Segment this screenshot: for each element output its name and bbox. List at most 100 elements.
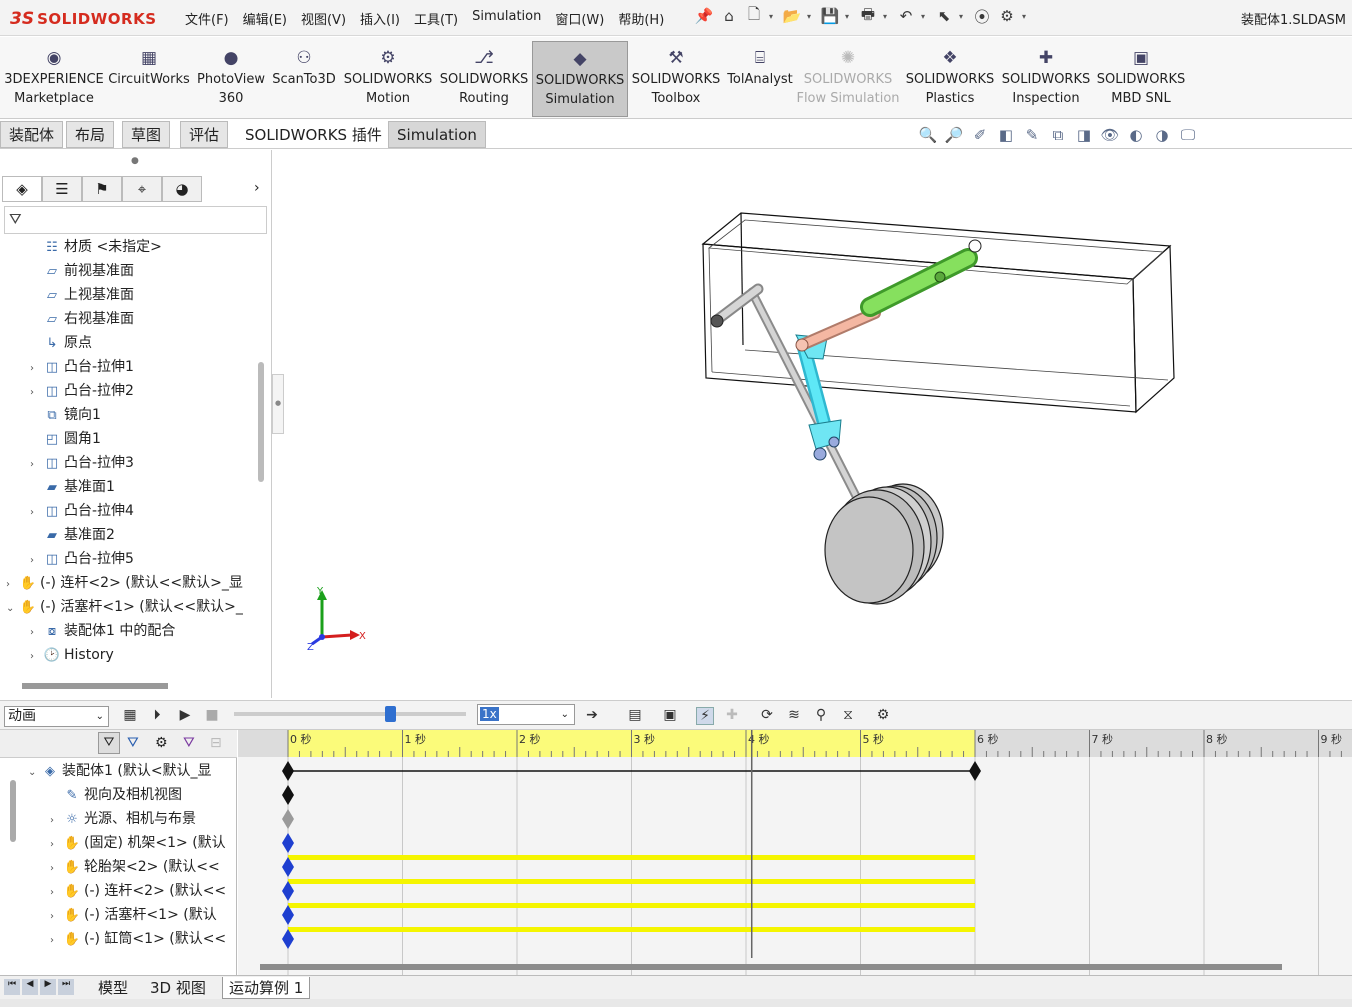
- playback-mode-icon[interactable]: ➔: [583, 707, 601, 723]
- stop-icon[interactable]: ■: [203, 707, 221, 723]
- hide-show-items-icon[interactable]: 👁: [1100, 126, 1120, 144]
- featuremanager-tab-icon[interactable]: ◈: [2, 176, 42, 202]
- tree-item[interactable]: › ◫ 凸台-拉伸5: [30, 547, 134, 571]
- tree-item[interactable]: ☷ 材质 <未指定>: [30, 235, 162, 259]
- menu-item[interactable]: 视图(V): [294, 9, 353, 28]
- tree-item[interactable]: ▰ 基准面2: [30, 523, 115, 547]
- tab-0[interactable]: 装配体: [0, 121, 64, 148]
- dropdown-caret-icon[interactable]: ▾: [807, 12, 815, 21]
- edit-appearance-icon[interactable]: ◐: [1126, 126, 1146, 144]
- tree-item[interactable]: ⧉ 镜向1: [30, 403, 101, 427]
- filter-results-icon[interactable]: ⛛: [183, 735, 195, 751]
- study-properties-gear-icon[interactable]: ⚙: [874, 707, 892, 723]
- dropdown-caret-icon[interactable]: ▾: [959, 12, 967, 21]
- expand-chevron-icon[interactable]: ›: [30, 501, 42, 525]
- undo-icon[interactable]: ↶: [896, 6, 916, 26]
- timeline-canvas[interactable]: 0 秒1 秒2 秒3 秒4 秒5 秒6 秒7 秒8 秒9 秒: [238, 730, 1352, 975]
- motion-tree-item[interactable]: › ✋ (-) 活塞杆<1> (默认: [50, 903, 217, 927]
- simulation-button[interactable]: ◆ SOLIDWORKS Simulation: [532, 41, 628, 117]
- tree-item[interactable]: ▱ 右视基准面: [30, 307, 134, 331]
- tree-item[interactable]: › ◫ 凸台-拉伸2: [30, 379, 134, 403]
- play-icon[interactable]: ▶: [176, 707, 194, 723]
- routing-button[interactable]: ⎇ SOLIDWORKS Routing: [436, 41, 532, 117]
- expand-chevron-icon[interactable]: ›: [30, 549, 42, 573]
- tree-item[interactable]: › ⧇ 装配体1 中的配合: [30, 619, 175, 643]
- expand-chevron-icon[interactable]: ›: [50, 809, 62, 833]
- tree-item[interactable]: › ✋ (-) 连杆<2> (默认<<默认>_显: [6, 571, 243, 595]
- panel-splitter[interactable]: ●: [272, 374, 284, 434]
- dropdown-caret-icon[interactable]: ▾: [1022, 12, 1030, 21]
- calculate-icon[interactable]: ▦: [121, 707, 139, 723]
- panel-more-chevron-icon[interactable]: ›: [254, 180, 260, 196]
- bottom-tab-0[interactable]: 模型: [92, 977, 134, 999]
- gravity-icon[interactable]: ⧖: [839, 707, 857, 723]
- filter-driving-icon[interactable]: ⛛: [127, 735, 139, 751]
- marketplace-button[interactable]: ◉ 3DEXPERIENCE Marketplace: [4, 41, 104, 117]
- print-icon[interactable]: 🖶: [858, 5, 878, 26]
- tree-item[interactable]: ⌄ ✋ (-) 活塞杆<1> (默认<<默认>_: [6, 595, 243, 619]
- zoom-to-fit-icon[interactable]: 🔍: [918, 126, 938, 144]
- motion-tree-item[interactable]: ✎ 视向及相机视图: [50, 783, 182, 807]
- plastics-button[interactable]: ❖ SOLIDWORKS Plastics: [902, 41, 998, 117]
- study-type-select[interactable]: 动画 ⌄: [4, 706, 109, 727]
- last-tab-icon[interactable]: ⏭: [58, 979, 74, 995]
- play-from-start-icon[interactable]: ⏵: [148, 707, 166, 723]
- tab-2[interactable]: 草图: [122, 121, 171, 148]
- expand-chevron-icon[interactable]: ›: [30, 381, 42, 405]
- motor-icon[interactable]: ⟳: [758, 707, 776, 723]
- expand-chevron-icon[interactable]: ›: [30, 645, 42, 669]
- menu-item[interactable]: 编辑(E): [236, 9, 294, 28]
- new-document-icon[interactable]: 🗋: [744, 5, 764, 26]
- expand-chevron-icon[interactable]: ›: [50, 929, 62, 953]
- dynamic-annotation-icon[interactable]: ✎: [1022, 126, 1042, 144]
- select-pointer-icon[interactable]: ⬉: [934, 6, 954, 26]
- landing-gear-model[interactable]: Y X Z: [285, 150, 1352, 698]
- pin-icon[interactable]: 📌: [694, 6, 714, 26]
- bottom-tab-1[interactable]: 3D 视图: [144, 977, 212, 999]
- spring-icon[interactable]: ≋: [785, 707, 803, 723]
- menu-item[interactable]: Simulation: [465, 9, 548, 28]
- motion-timeline[interactable]: 0 秒1 秒2 秒3 秒4 秒5 秒6 秒7 秒8 秒9 秒: [238, 730, 1352, 975]
- expand-chevron-icon[interactable]: ›: [6, 573, 18, 597]
- tree-item[interactable]: ↳ 原点: [30, 331, 92, 355]
- expand-chevron-icon[interactable]: ›: [50, 905, 62, 929]
- expand-chevron-icon[interactable]: ›: [30, 621, 42, 645]
- expand-chevron-icon[interactable]: ›: [30, 453, 42, 477]
- options-gear-icon[interactable]: ⚙: [997, 6, 1017, 26]
- tab-3[interactable]: 评估: [180, 121, 229, 148]
- tab-1[interactable]: 布局: [66, 121, 115, 148]
- autokey-icon[interactable]: ⚡: [696, 707, 714, 725]
- expand-chevron-icon[interactable]: ›: [50, 881, 62, 905]
- tree-item[interactable]: › ◫ 凸台-拉伸1: [30, 355, 134, 379]
- menu-item[interactable]: 帮助(H): [611, 9, 671, 28]
- zoom-to-area-icon[interactable]: 🔎: [944, 126, 964, 144]
- expand-chevron-icon[interactable]: ›: [30, 357, 42, 381]
- motion-tree-item[interactable]: ⌄ ◈ 装配体1 (默认<默认_显: [28, 759, 212, 783]
- contact-icon[interactable]: ⚲: [812, 707, 830, 723]
- expand-chevron-icon[interactable]: ›: [50, 833, 62, 857]
- tree-item[interactable]: › ◫ 凸台-拉伸3: [30, 451, 134, 475]
- tab-4[interactable]: SOLIDWORKS 插件: [236, 121, 391, 148]
- flow-simulation-button[interactable]: ✺ SOLIDWORKS Flow Simulation: [796, 41, 900, 117]
- tree-item[interactable]: ▰ 基准面1: [30, 475, 115, 499]
- tree-item[interactable]: ▱ 前视基准面: [30, 259, 134, 283]
- previous-view-icon[interactable]: ✐: [970, 126, 990, 144]
- motion-tree-item[interactable]: › ✋ 轮胎架<2> (默认<<: [50, 855, 220, 879]
- inspection-button[interactable]: ✚ SOLIDWORKS Inspection: [998, 41, 1094, 117]
- tolanalyst-button[interactable]: ⌸ TolAnalyst: [724, 41, 796, 117]
- dropdown-caret-icon[interactable]: ▾: [845, 12, 853, 21]
- add-key-icon[interactable]: ✚: [723, 707, 741, 723]
- filter-icon[interactable]: ⛛: [9, 210, 22, 228]
- expand-chevron-icon[interactable]: ⌄: [6, 597, 18, 621]
- photoview-button[interactable]: ● PhotoView 360: [194, 41, 268, 117]
- previous-tab-icon[interactable]: ◀: [22, 979, 38, 995]
- time-slider[interactable]: [234, 706, 466, 722]
- first-tab-icon[interactable]: ⏮: [4, 979, 20, 995]
- section-view-icon[interactable]: ◧: [996, 126, 1016, 144]
- menu-item[interactable]: 文件(F): [178, 9, 236, 28]
- tree-item[interactable]: › 🕑 History: [30, 643, 114, 667]
- mbd-snl-button[interactable]: ▣ SOLIDWORKS MBD SNL: [1094, 41, 1188, 117]
- menu-item[interactable]: 工具(T): [407, 9, 465, 28]
- toolbox-button[interactable]: ⚒ SOLIDWORKS Toolbox: [628, 41, 724, 117]
- circuitworks-button[interactable]: ▦ CircuitWorks: [104, 41, 194, 117]
